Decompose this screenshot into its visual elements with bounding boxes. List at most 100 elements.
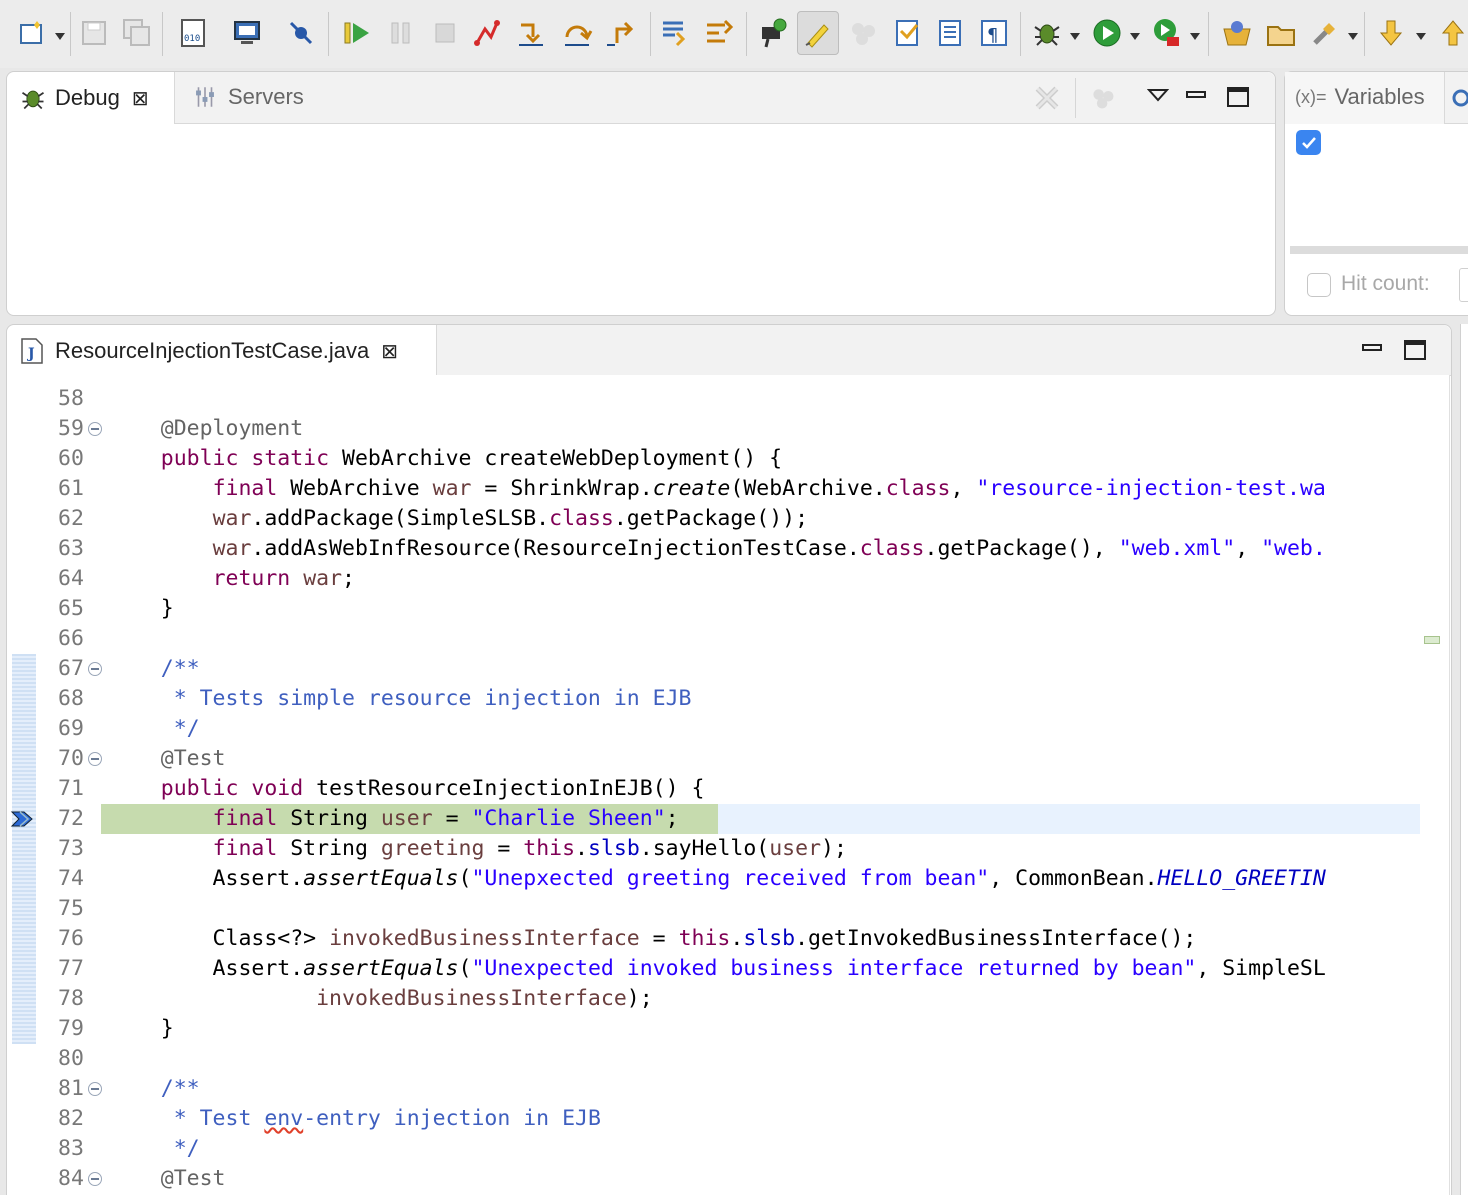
code-line[interactable]: war.addPackage(SimpleSLSB.class.getPacka… bbox=[109, 504, 1420, 534]
code-line[interactable]: return war; bbox=[109, 564, 1420, 594]
line-number: 75 bbox=[58, 896, 84, 921]
toggle-mark-icon[interactable] bbox=[890, 14, 924, 52]
code-line[interactable]: final String greeting = this.slsb.sayHel… bbox=[109, 834, 1420, 864]
code-line[interactable]: @Deployment bbox=[109, 414, 1420, 444]
highlight-pen-icon[interactable] bbox=[797, 11, 839, 55]
code-token: final bbox=[212, 476, 278, 501]
fold-toggle-icon[interactable] bbox=[88, 1082, 102, 1096]
code-token: public bbox=[160, 446, 239, 471]
threads-icon[interactable] bbox=[1085, 80, 1121, 116]
suspend-icon[interactable] bbox=[384, 14, 418, 52]
code-line[interactable]: @Test bbox=[109, 1164, 1420, 1194]
code-line[interactable] bbox=[109, 384, 1420, 414]
remove-terminated-icon[interactable] bbox=[1029, 80, 1065, 116]
fold-toggle-icon[interactable] bbox=[88, 662, 102, 676]
show-whitespace-icon[interactable]: ¶ bbox=[977, 14, 1011, 52]
open-folder-icon[interactable] bbox=[1264, 14, 1298, 52]
code-token: Class<?> bbox=[109, 926, 330, 951]
code-line[interactable]: Assert.assertEquals("Unexpected invoked … bbox=[109, 954, 1420, 984]
chevron-down-icon[interactable] bbox=[1130, 28, 1140, 40]
code-token: } bbox=[109, 1016, 174, 1041]
code-line[interactable] bbox=[109, 894, 1420, 924]
close-icon[interactable]: ⊠ bbox=[132, 86, 149, 111]
hit-count-input[interactable] bbox=[1459, 268, 1468, 302]
variables-icon: (x)= bbox=[1295, 86, 1327, 107]
chevron-down-icon[interactable] bbox=[1348, 28, 1358, 40]
code-line[interactable]: public static WebArchive createWebDeploy… bbox=[109, 444, 1420, 474]
use-step-filters-icon[interactable] bbox=[702, 14, 736, 52]
view-menu-icon[interactable] bbox=[1143, 80, 1173, 110]
tab-editor-file-content[interactable]: J ResourceInjectionTestCase.java ⊠ bbox=[21, 338, 398, 364]
code-token: invokedBusinessInterface bbox=[316, 986, 627, 1011]
code-line[interactable]: * Tests simple resource injection in EJB bbox=[109, 684, 1420, 714]
code-line[interactable] bbox=[109, 624, 1420, 654]
minimize-icon[interactable] bbox=[1357, 333, 1387, 363]
code-token: "web. bbox=[1261, 536, 1326, 561]
fold-toggle-icon[interactable] bbox=[88, 1172, 102, 1186]
fold-toggle-icon[interactable] bbox=[88, 422, 102, 436]
code-line[interactable]: war.addAsWebInfResource(ResourceInjectio… bbox=[109, 534, 1420, 564]
console-monitor-icon[interactable] bbox=[230, 14, 264, 52]
code-line[interactable]: public void testResourceInjectionInEJB()… bbox=[109, 774, 1420, 804]
new-file-icon[interactable] bbox=[16, 14, 50, 52]
block-selection-icon[interactable] bbox=[933, 14, 967, 52]
code-line[interactable]: } bbox=[109, 1014, 1420, 1044]
tab-variables-content[interactable]: (x)= Variables bbox=[1295, 84, 1425, 110]
step-over-icon[interactable] bbox=[560, 14, 594, 52]
code-line[interactable]: /** bbox=[109, 1074, 1420, 1104]
code-line[interactable]: */ bbox=[109, 714, 1420, 744]
code-line[interactable]: final WebArchive war = ShrinkWrap.create… bbox=[109, 474, 1420, 504]
next-annotation-icon[interactable] bbox=[1374, 14, 1408, 52]
chevron-down-icon[interactable] bbox=[1190, 28, 1200, 40]
minimize-icon[interactable] bbox=[1181, 80, 1211, 110]
code-line[interactable]: Assert.assertEquals("Unepxected greeting… bbox=[109, 864, 1420, 894]
run-coverage-icon[interactable] bbox=[1150, 14, 1184, 52]
code-line[interactable]: Class<?> invokedBusinessInterface = this… bbox=[109, 924, 1420, 954]
step-return-icon[interactable] bbox=[604, 14, 638, 52]
enabled-checkbox[interactable] bbox=[1296, 130, 1321, 155]
tab-servers[interactable]: Servers bbox=[192, 84, 304, 110]
code-editor[interactable]: 58 59 @Deployment 60 public static WebArch… bbox=[8, 375, 1450, 1195]
save-icon[interactable] bbox=[77, 14, 111, 52]
drop-to-frame-icon[interactable] bbox=[658, 14, 692, 52]
maximize-icon[interactable] bbox=[1223, 82, 1253, 112]
disconnect-icon[interactable] bbox=[470, 14, 504, 52]
chevron-down-icon[interactable] bbox=[1416, 28, 1426, 40]
code-line[interactable] bbox=[109, 1044, 1420, 1074]
external-tools-icon[interactable] bbox=[1308, 14, 1342, 52]
line-number: 73 bbox=[58, 836, 84, 861]
previous-annotation-icon[interactable] bbox=[1436, 14, 1468, 52]
code-token: this bbox=[678, 926, 731, 951]
code-line[interactable]: @Test bbox=[109, 744, 1420, 774]
step-into-icon[interactable] bbox=[514, 14, 548, 52]
code-token: */ bbox=[109, 716, 200, 741]
code-line[interactable]: * Test env-entry injection in EJB bbox=[109, 1104, 1420, 1134]
inspect-icon[interactable] bbox=[757, 14, 791, 52]
skip-breakpoints-icon[interactable] bbox=[284, 14, 318, 52]
terminate-icon[interactable] bbox=[428, 14, 462, 52]
chevron-down-icon[interactable] bbox=[55, 28, 65, 40]
binary-file-icon[interactable]: 010 bbox=[176, 14, 210, 52]
threads-icon[interactable] bbox=[846, 14, 880, 52]
tab-debug-content[interactable]: Debug ⊠ bbox=[19, 84, 149, 112]
code-line[interactable]: invokedBusinessInterface); bbox=[109, 984, 1420, 1014]
breakpoints-icon[interactable] bbox=[1449, 86, 1468, 110]
code-line[interactable]: final String user = "Charlie Sheen"; bbox=[109, 804, 1420, 834]
resume-icon[interactable] bbox=[340, 14, 374, 52]
save-all-icon[interactable] bbox=[120, 14, 154, 52]
line-number: 58 bbox=[58, 386, 84, 411]
splitter[interactable] bbox=[1290, 246, 1468, 254]
close-icon[interactable]: ⊠ bbox=[381, 339, 398, 364]
open-perspective-icon[interactable] bbox=[1220, 14, 1254, 52]
chevron-down-icon[interactable] bbox=[1070, 28, 1080, 40]
hit-count-checkbox[interactable] bbox=[1307, 273, 1331, 297]
maximize-icon[interactable] bbox=[1400, 335, 1430, 365]
code-line[interactable]: */ bbox=[109, 1134, 1420, 1164]
run-icon[interactable] bbox=[1090, 14, 1124, 52]
debug-icon[interactable] bbox=[1030, 14, 1064, 52]
code-line[interactable]: /** bbox=[109, 654, 1420, 684]
code-line[interactable]: } bbox=[109, 594, 1420, 624]
fold-toggle-icon[interactable] bbox=[88, 752, 102, 766]
code-token: , CommonBean. bbox=[989, 866, 1158, 891]
